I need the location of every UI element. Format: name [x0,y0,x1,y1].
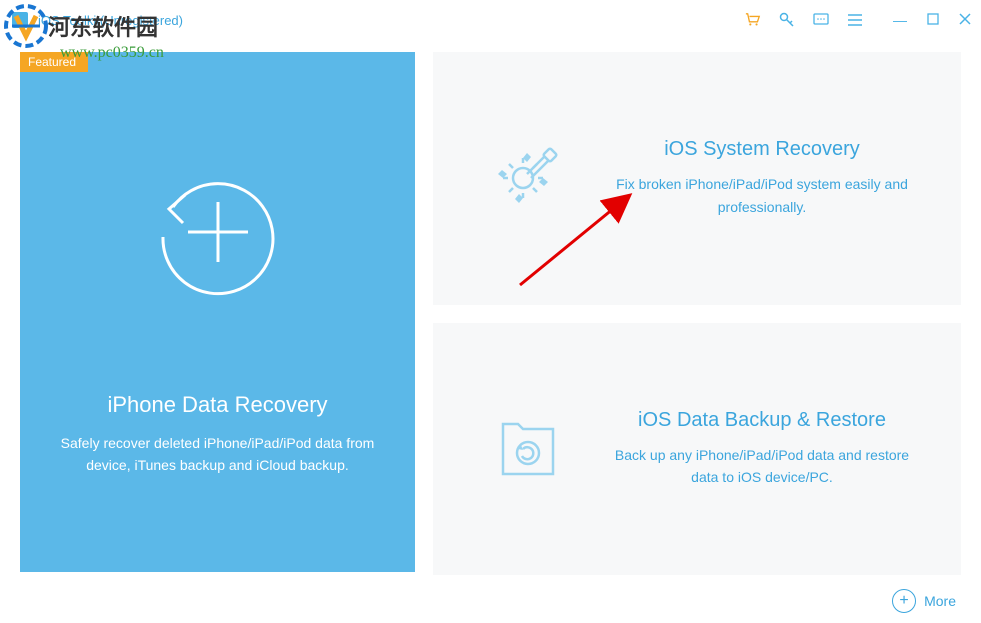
cart-icon[interactable] [745,12,761,28]
card-ios-system-recovery[interactable]: iOS System Recovery Fix broken iPhone/iP… [433,52,961,305]
menu-icon[interactable] [847,12,863,28]
card-description: Safely recover deleted iPhone/iPad/iPod … [20,432,415,477]
card-title: iOS Data Backup & Restore [603,409,921,432]
more-label: More [924,593,956,609]
minimize-button[interactable]: — [893,12,907,28]
system-recovery-icon [463,133,593,223]
data-recovery-icon [133,147,303,322]
main-content: Featured iPhone Data Recovery Safely rec… [0,40,981,575]
card-iphone-data-recovery[interactable]: Featured iPhone Data Recovery Safely rec… [20,52,415,572]
card-title: iOS System Recovery [603,138,921,161]
key-icon[interactable] [779,12,795,28]
more-button[interactable]: + More [892,589,956,613]
card-description: Back up any iPhone/iPad/iPod data and re… [603,444,921,489]
app-icon [10,10,30,30]
card-title: iPhone Data Recovery [107,392,327,418]
plus-icon: + [892,589,916,613]
titlebar: iOS Toolkit(Unregistered) — [0,0,981,40]
card-ios-backup-restore[interactable]: iOS Data Backup & Restore Back up any iP… [433,323,961,576]
featured-badge: Featured [20,52,88,72]
backup-restore-icon [463,409,593,489]
close-button[interactable] [959,12,971,28]
maximize-button[interactable] [927,12,939,28]
card-description: Fix broken iPhone/iPad/iPod system easil… [603,173,921,218]
feedback-icon[interactable] [813,12,829,28]
window-title: iOS Toolkit(Unregistered) [38,13,183,28]
